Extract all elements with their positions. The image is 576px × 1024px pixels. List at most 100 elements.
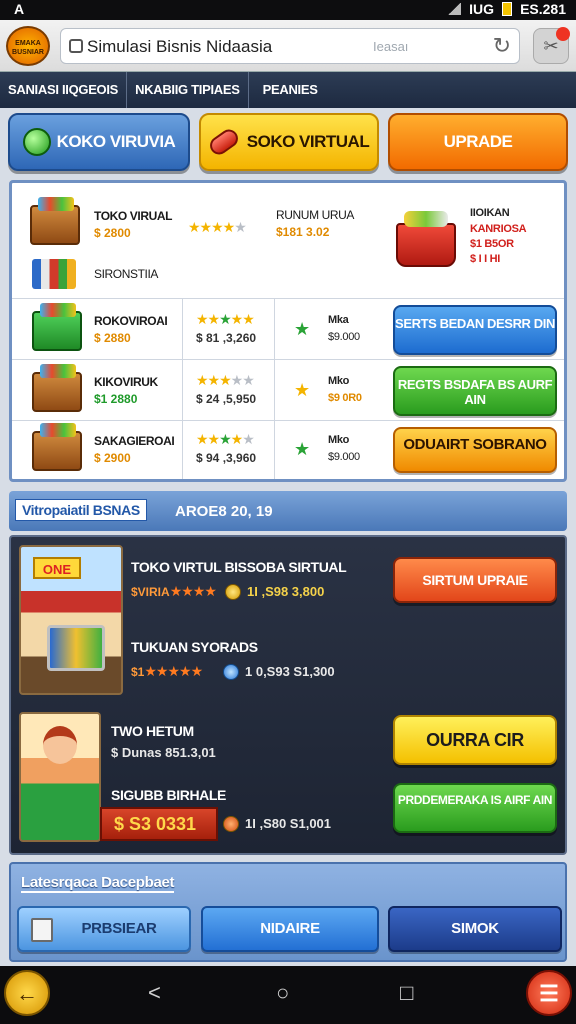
stock-button[interactable]: SIMOK	[388, 906, 562, 952]
navigation-bar: ← < ○ □ ☰	[0, 966, 576, 1024]
tab-ranking[interactable]: NKABIIG TIPIAES	[127, 72, 249, 108]
store-illustration: ONE	[19, 545, 123, 695]
shop-row: ROKOVIROAI $ 2880 ★★★★★ $ 81 ,3,260 ★ Mk…	[12, 299, 564, 360]
avatar	[43, 726, 77, 764]
page-title: Simulasi Bisnis Nidaasia	[87, 37, 273, 56]
gem-coin-icon	[223, 664, 239, 680]
bottom-panel: Latesrqaca Dacepbaet PRBSIEAR NIDAIRE SI…	[9, 862, 567, 962]
coin-icon	[223, 816, 239, 832]
row-stars: ★★★★★	[196, 431, 255, 447]
row-action-button[interactable]: SERTS BEDAN DESRR DIN	[393, 305, 557, 355]
green-star-icon: ★	[294, 319, 311, 339]
browser-menu-button[interactable]: ✂	[533, 27, 570, 64]
system-back-icon[interactable]: <	[148, 980, 161, 1006]
business-value: 1I ,S80 S1,001	[245, 816, 332, 831]
row-name: KIKOVIRUK	[94, 375, 158, 389]
carrier-label: IUG	[469, 1, 495, 17]
featured-price: $ 2800	[94, 226, 131, 240]
app-logo[interactable]: EMAKA BUSNIAR	[6, 26, 50, 66]
hire-button[interactable]: NIDAIRE	[201, 906, 379, 952]
capsule-icon	[206, 126, 242, 158]
featured-mid-title: RUNUM URUA	[276, 208, 354, 222]
battery-icon	[502, 2, 513, 16]
system-upgrade-button[interactable]: SIRTUM UPRAIE	[393, 557, 557, 603]
business-panel: ONE TOKO VIRTUL BISSOBA SIRTUAL $VIRIA★★…	[9, 535, 567, 855]
reload-icon[interactable]: ↻	[493, 33, 511, 59]
back-arrow-icon[interactable]: ←	[4, 970, 50, 1016]
document-icon	[31, 918, 53, 942]
address-hint: Ieasaı	[373, 39, 409, 54]
row-tag: Mko	[328, 375, 350, 387]
address-bar[interactable]: Simulasi Bisnis Nidaasia Ieasaı ↻	[60, 28, 520, 64]
row-tag-value: $9.000	[328, 451, 360, 463]
crate-icon	[32, 423, 82, 471]
featured-row: TOKO VIRUAL $ 2800 SIRONSTIIA ★★★★★ RUNU…	[12, 183, 564, 299]
shopping-cart-icon	[47, 625, 105, 671]
soko-virtual-button[interactable]: SOKO VIRTUAL	[199, 113, 379, 171]
green-star-icon: ★	[294, 439, 311, 459]
gem-icon	[22, 128, 51, 156]
koko-virtual-button[interactable]: KOKO VIRUVIA	[8, 113, 190, 171]
business-title: SIGUBB BIRHALE	[111, 787, 226, 803]
business-value: $ Dunas 851.3,01	[111, 745, 216, 760]
row-name: ROKOVIROAI	[94, 314, 168, 328]
shopkeeper-illustration	[19, 712, 101, 842]
promo-line1: $1 B5OR	[470, 238, 514, 250]
business-stars: $VIRIA★★★★	[131, 583, 217, 599]
business-value: 1 0,S93 S1,300	[245, 664, 335, 679]
shop-row: SAKAGIEROAI $ 2900 ★★★★★ $ 94 ,3,960 ★ M…	[12, 421, 564, 479]
row-price: $ 2880	[94, 331, 131, 345]
promo-title: IIOIKAN	[470, 207, 510, 219]
notification-badge	[556, 27, 570, 41]
row-tag: Mka	[328, 314, 349, 326]
business-stars: $1★★★★★	[131, 663, 203, 679]
basket-icon	[396, 211, 456, 267]
buy-button[interactable]: OURRA CIR	[393, 715, 557, 765]
row-stars: ★★★★★	[196, 372, 255, 388]
row-action-button[interactable]: REGTS BSDAFA BS AURF AIN	[393, 366, 557, 416]
home-icon[interactable]: ○	[276, 980, 289, 1006]
status-bar: A IUG ES.281	[0, 0, 576, 20]
clock: ES.281	[520, 1, 566, 17]
business-title: TOKO VIRTUL BISSOBA SIRTUAL	[131, 559, 347, 575]
gold-star-icon: ★	[294, 380, 311, 400]
business-title: TUKUAN SYORADS	[131, 639, 258, 655]
promo-sub: KANRIOSA	[470, 223, 527, 235]
store-sign: ONE	[33, 557, 81, 579]
tab-features[interactable]: PEANIES	[249, 72, 326, 108]
shop-row: KIKOVIRUK $1 2880 ★★★★★ $ 24 ,5,950 ★ Mk…	[12, 360, 564, 421]
koko-virtual-label: KOKO VIRUVIA	[56, 132, 176, 151]
promote-button[interactable]: PRDDEMERAKA IS AIRF AIN	[393, 783, 557, 833]
menu-icon[interactable]: ☰	[526, 970, 572, 1016]
soko-virtual-label: SOKO VIRTUAL	[246, 132, 370, 151]
bottom-label: Latesrqaca Dacepbaet	[21, 874, 175, 893]
top-tab-strip: SANIASI IIQGEOIS NKABIIG TIPIAES PEANIES	[0, 72, 576, 108]
section-header: Vitropaiatil BSNAS AROE8 20, 19	[9, 491, 567, 531]
crate-icon	[30, 197, 80, 245]
tab-icon	[69, 39, 83, 53]
recent-apps-icon[interactable]: □	[400, 980, 413, 1006]
signal-icon	[447, 3, 462, 15]
row-tag-value: $9.000	[328, 331, 360, 343]
statistics-label: PRBSIEAR	[81, 920, 157, 937]
row-tag-value: $9 0R0	[328, 392, 362, 404]
featured-sub: SIRONSTIIA	[94, 267, 159, 281]
row-value: $ 94 ,3,960	[196, 451, 257, 465]
statistics-button[interactable]: PRBSIEAR	[17, 906, 191, 952]
coin-icon	[225, 584, 241, 600]
browser-bar: EMAKA BUSNIAR Simulasi Bisnis Nidaasia I…	[0, 20, 576, 72]
price-badge: $ S3 0331	[100, 807, 218, 841]
upgrade-button[interactable]: UPRADE	[388, 113, 568, 171]
row-action-button[interactable]: ODUAIRT SOBRANO	[393, 427, 557, 473]
row-name: SAKAGIEROAI	[94, 434, 175, 448]
shop-panel: TOKO VIRUAL $ 2800 SIRONSTIIA ★★★★★ RUNU…	[9, 180, 567, 482]
section-info: AROE8 20, 19	[175, 503, 273, 520]
crate-icon	[32, 364, 82, 412]
row-price: $1 2880	[94, 392, 138, 406]
row-tag: Mko	[328, 434, 350, 446]
products-icon	[32, 259, 76, 289]
upgrade-label: UPRADE	[443, 132, 513, 151]
business-title: TWO HETUM	[111, 723, 194, 739]
tab-simulasi[interactable]: SANIASI IIQGEOIS	[0, 72, 128, 108]
crate-icon	[32, 303, 82, 351]
